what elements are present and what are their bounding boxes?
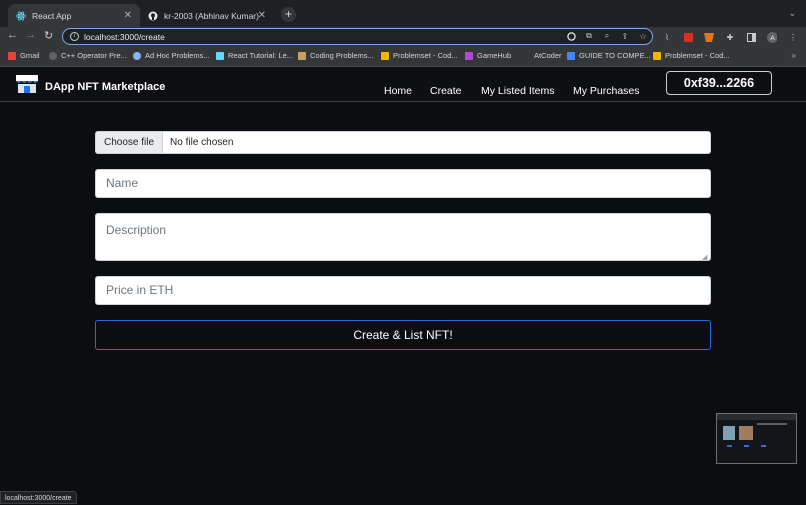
react-icon [16, 11, 26, 21]
bookmark-item[interactable]: GameHub [465, 51, 511, 60]
tab-label: React App [32, 10, 72, 21]
translate-icon[interactable]: ⧉ [584, 31, 594, 41]
share-icon[interactable]: ⇪ [620, 31, 630, 41]
create-nft-page: Choose file No file chosen Name Descript… [0, 102, 806, 504]
svg-text:A: A [770, 35, 775, 42]
bookmark-item[interactable]: Problemset - Cod... [381, 51, 458, 60]
bookmark-item[interactable]: AtCoder [522, 51, 562, 60]
bar-chart-icon [653, 51, 661, 60]
document-icon [567, 51, 575, 60]
site-icon [465, 51, 473, 60]
more-menu-icon[interactable]: ⋮ [788, 32, 798, 42]
reload-icon[interactable]: ↻ [44, 29, 53, 42]
resize-handle-icon[interactable]: ◢ [702, 253, 707, 261]
github-icon [148, 11, 158, 21]
chevron-down-icon[interactable]: ⌄ [788, 8, 796, 19]
bookmark-item[interactable]: React Tutorial: Le... [216, 51, 293, 60]
new-tab-button[interactable]: + [281, 7, 296, 22]
metamask-fox-icon[interactable] [704, 32, 714, 42]
close-icon[interactable]: ✕ [124, 10, 132, 21]
bookmarks-bar: Gmail C++ Operator Pre... Ad Hoc Problem… [0, 47, 806, 67]
price-input[interactable]: Price in ETH [95, 276, 711, 305]
back-arrow-icon[interactable]: ← [7, 29, 18, 41]
file-status: No file chosen [170, 137, 234, 148]
nav-home[interactable]: Home [384, 85, 412, 97]
more-bookmarks-icon[interactable]: » [792, 51, 796, 60]
gmail-icon [8, 51, 16, 60]
bar-chart-icon [381, 51, 389, 60]
site-icon [49, 51, 57, 60]
name-input[interactable]: Name [95, 169, 711, 198]
tab-github[interactable]: kr-2003 (Abhinav Kumar) ✕ [140, 4, 274, 27]
nav-my-purchases[interactable]: My Purchases [573, 85, 640, 97]
bookmark-item[interactable]: Coding Problems... [298, 51, 374, 60]
red-extension-icon[interactable] [683, 32, 693, 42]
google-lens-icon[interactable] [566, 31, 576, 41]
bookmark-item[interactable]: Problemset - Cod... [653, 51, 730, 60]
side-panel-icon[interactable] [746, 32, 756, 42]
extension-pin-icon[interactable]: ⌇ [662, 32, 672, 42]
bookmark-item[interactable]: Ad Hoc Problems... [133, 51, 210, 60]
bookmark-item[interactable]: GUIDE TO COMPE... [567, 51, 651, 60]
site-icon [133, 51, 141, 60]
extensions-puzzle-icon[interactable]: ✚ [725, 32, 735, 42]
market-logo-icon [15, 74, 39, 99]
tab-label: kr-2003 (Abhinav Kumar) [164, 10, 259, 21]
zoom-icon[interactable]: ⌕ [602, 31, 612, 41]
bookmark-item[interactable]: C++ Operator Pre... [49, 51, 127, 60]
tab-react-app[interactable]: React App ✕ [8, 4, 140, 27]
address-bar[interactable]: i localhost:3000/create ⧉ ⌕ ⇪ ☆ [62, 28, 653, 45]
site-icon [298, 51, 306, 60]
screen-preview-thumbnail[interactable] [716, 413, 797, 464]
browser-tab-bar: React App ✕ kr-2003 (Abhinav Kumar) ✕ + … [0, 0, 806, 27]
bookmark-star-icon[interactable]: ☆ [638, 31, 648, 41]
create-list-nft-button[interactable]: Create & List NFT! [95, 320, 711, 350]
forward-arrow-icon[interactable]: → [25, 29, 36, 41]
file-upload-input[interactable]: Choose file No file chosen [95, 131, 711, 154]
site-info-icon[interactable]: i [70, 32, 79, 41]
description-textarea[interactable]: Description [95, 213, 711, 261]
brand-title: DApp NFT Marketplace [45, 80, 166, 93]
browser-toolbar: ← → ↻ i localhost:3000/create ⧉ ⌕ ⇪ ☆ ⌇ … [0, 27, 806, 47]
link-status-bar: localhost:3000/create [0, 491, 77, 504]
app-navbar: DApp NFT Marketplace Home Create My List… [0, 67, 806, 102]
choose-file-button[interactable]: Choose file [96, 132, 164, 153]
close-icon[interactable]: ✕ [258, 10, 266, 21]
site-icon [216, 51, 224, 60]
brand[interactable]: DApp NFT Marketplace [15, 74, 165, 99]
bookmark-item[interactable]: Gmail [8, 51, 40, 60]
nav-create[interactable]: Create [430, 85, 462, 97]
wallet-address-button[interactable]: 0xf39...2266 [666, 71, 772, 95]
site-icon [522, 51, 530, 60]
profile-avatar-icon[interactable]: A [767, 31, 777, 43]
url-text: localhost:3000/create [84, 31, 165, 42]
nav-my-listed-items[interactable]: My Listed Items [481, 85, 555, 97]
